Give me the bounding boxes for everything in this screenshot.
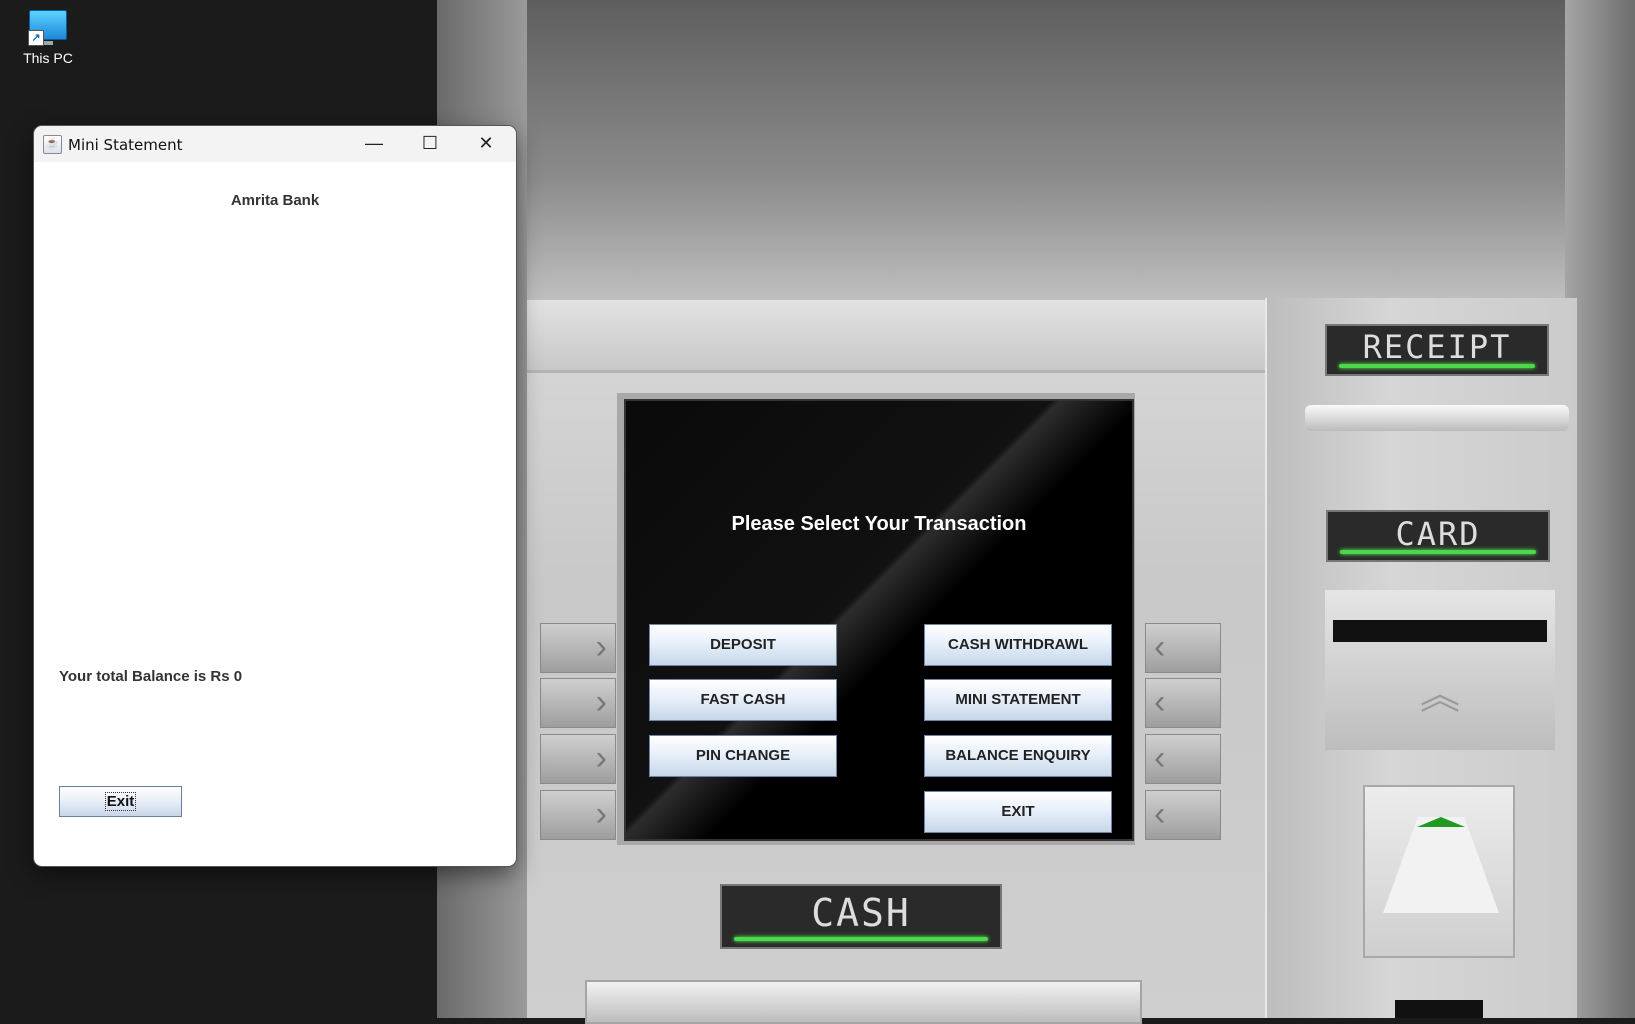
java-app-icon: ☕ — [43, 135, 62, 154]
bank-name: Amrita Bank — [230, 192, 320, 209]
balance-enquiry-button[interactable]: BALANCE ENQUIRY — [924, 735, 1112, 777]
this-pc-desktop-icon[interactable]: ↗ This PC — [18, 8, 78, 66]
deposit-button[interactable]: DEPOSIT — [649, 624, 837, 666]
window-title: Mini Statement — [68, 136, 183, 154]
side-key-right-1[interactable]: ‹ — [1145, 623, 1221, 673]
balance-text: Your total Balance is Rs 0 — [59, 668, 243, 685]
exit-atm-button[interactable]: EXIT — [924, 791, 1112, 833]
cash-tray — [585, 980, 1142, 1024]
atm-screen-title: Please Select Your Transaction — [731, 513, 1027, 535]
pin-change-button[interactable]: PIN CHANGE — [649, 735, 837, 777]
chevron-up-icon: ︽ — [1420, 673, 1460, 717]
card-led: CARD — [1326, 510, 1550, 562]
side-key-right-4[interactable]: ‹ — [1145, 790, 1221, 840]
card-slot-opening — [1333, 620, 1547, 642]
card-shape-icon — [1383, 817, 1499, 913]
cash-withdrawl-button[interactable]: CASH WITHDRAWL — [924, 624, 1112, 666]
side-key-left-4[interactable]: › — [540, 790, 616, 840]
window-titlebar[interactable]: ☕ Mini Statement — ☐ ✕ — [34, 126, 516, 162]
fast-cash-button[interactable]: FAST CASH — [649, 679, 837, 721]
minimize-button[interactable]: — — [346, 126, 402, 162]
maximize-button[interactable]: ☐ — [402, 126, 458, 162]
side-key-left-2[interactable]: › — [540, 678, 616, 728]
atm-ceiling — [437, 0, 1635, 300]
cash-led-bar — [734, 937, 988, 941]
side-key-right-2[interactable]: ‹ — [1145, 678, 1221, 728]
receipt-slot — [1305, 405, 1569, 431]
side-key-left-1[interactable]: › — [540, 623, 616, 673]
exit-button[interactable]: Exit — [59, 786, 182, 817]
receipt-led: RECEIPT — [1325, 324, 1549, 376]
desktop-icon-label: This PC — [23, 50, 73, 66]
card-insert-indicator — [1363, 785, 1515, 958]
close-button[interactable]: ✕ — [458, 126, 514, 162]
shortcut-arrow-icon: ↗ — [28, 30, 44, 46]
receipt-label: RECEIPT — [1362, 328, 1512, 366]
cash-label: CASH — [811, 891, 911, 935]
mini-statement-button[interactable]: MINI STATEMENT — [924, 679, 1112, 721]
receipt-led-bar — [1339, 364, 1535, 368]
atm-top-panel — [527, 300, 1267, 373]
card-slot: ︽ — [1325, 590, 1555, 750]
side-key-left-3[interactable]: › — [540, 734, 616, 784]
cash-led: CASH — [720, 884, 1002, 949]
exit-button-label: Exit — [104, 792, 137, 811]
mini-statement-window: ☕ Mini Statement — ☐ ✕ Amrita Bank Your … — [34, 126, 516, 866]
card-label: CARD — [1395, 515, 1481, 553]
side-key-right-3[interactable]: ‹ — [1145, 734, 1221, 784]
bottom-slot — [1395, 1000, 1483, 1018]
card-led-bar — [1340, 550, 1536, 554]
